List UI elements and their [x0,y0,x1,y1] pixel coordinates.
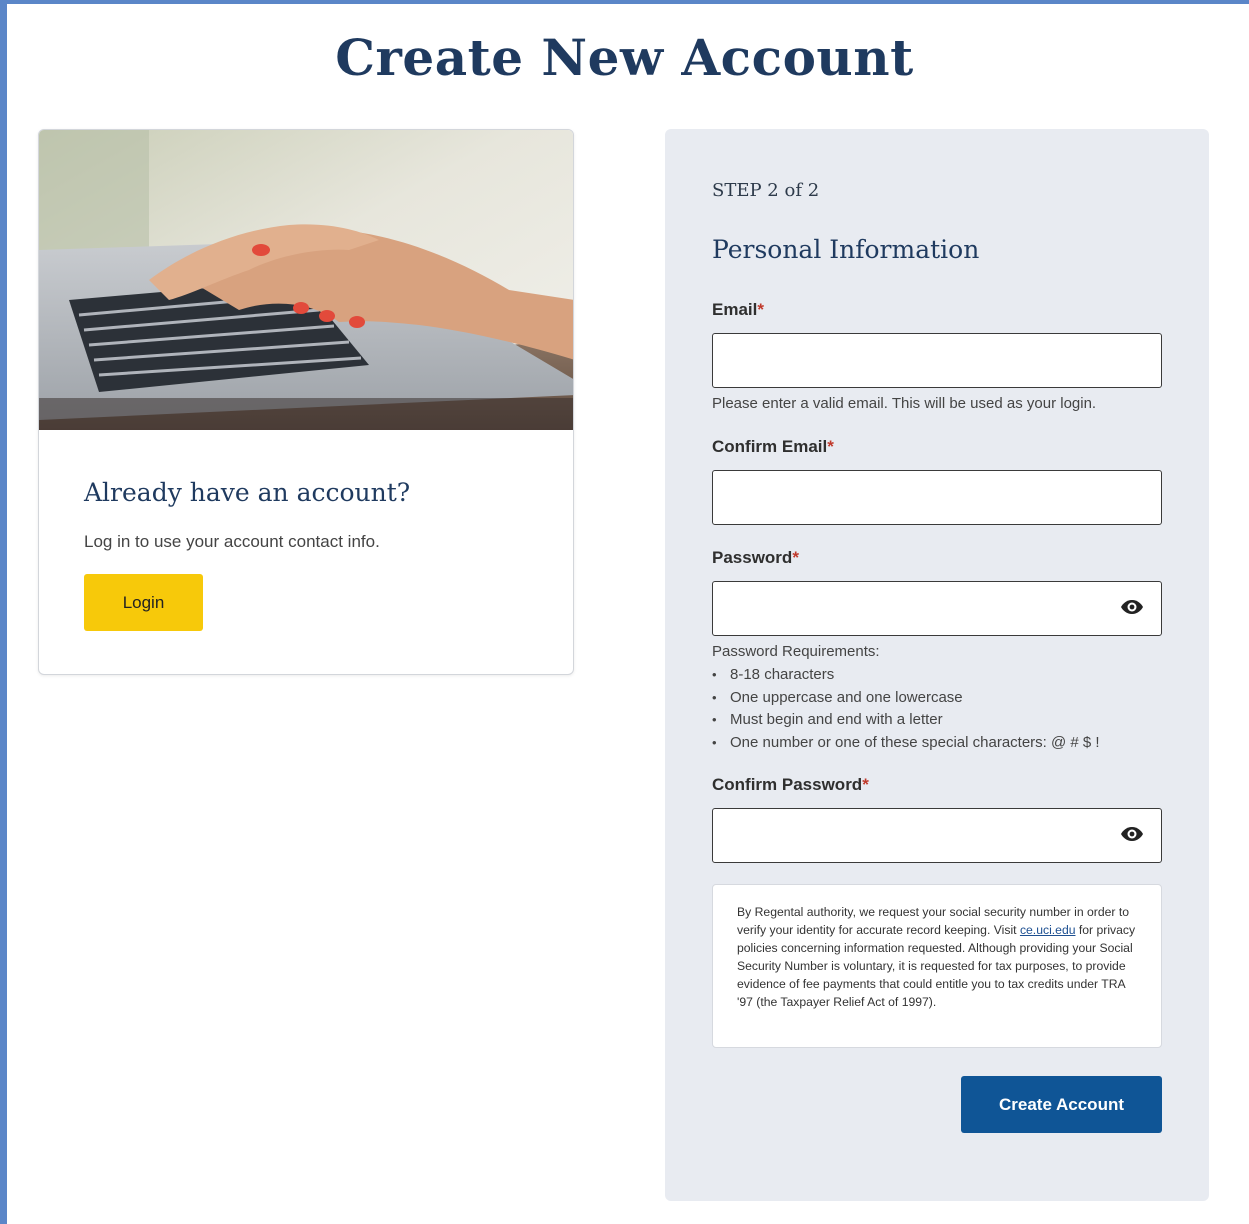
step-indicator: STEP 2 of 2 [712,180,820,201]
email-label-text: Email [712,300,758,319]
password-field-wrapper [712,581,1162,636]
required-mark: * [757,300,764,319]
laptop-typing-image [39,130,573,430]
confirm-password-label-text: Confirm Password [712,775,863,794]
requirement-item: Must begin and end with a letter [712,709,1100,732]
confirm-password-field-wrapper [712,808,1162,863]
login-card: Already have an account? Log in to use y… [38,129,574,675]
requirement-item: One uppercase and one lowercase [712,687,1100,710]
password-label-text: Password [712,548,793,567]
password-label: Password* [712,548,799,568]
section-title: Personal Information [712,235,980,264]
required-mark: * [862,775,869,794]
privacy-notice: By Regental authority, we request your s… [712,884,1162,1048]
email-field[interactable] [712,333,1162,388]
required-mark: * [827,437,834,456]
create-account-button[interactable]: Create Account [961,1076,1162,1133]
page-title: Create New Account [335,28,914,87]
confirm-password-field[interactable] [712,808,1162,863]
login-description: Log in to use your account contact info. [84,532,380,551]
eye-icon[interactable] [1120,599,1144,615]
eye-icon[interactable] [1120,826,1144,842]
requirement-item: 8-18 characters [712,664,1100,687]
password-requirements-list: 8-18 characters One uppercase and one lo… [712,664,1100,754]
privacy-link[interactable]: ce.uci.edu [1020,923,1076,937]
login-button[interactable]: Login [84,574,203,631]
account-form-panel: STEP 2 of 2 Personal Information Email* … [665,129,1209,1201]
confirm-email-field[interactable] [712,470,1162,525]
required-mark: * [792,548,799,567]
email-label: Email* [712,300,764,320]
already-have-account-heading: Already have an account? [84,478,411,507]
email-hint: Please enter a valid email. This will be… [712,395,1097,412]
confirm-password-label: Confirm Password* [712,775,869,795]
confirm-email-label-text: Confirm Email [712,437,828,456]
confirm-email-label: Confirm Email* [712,437,834,457]
password-requirements-title: Password Requirements: [712,643,880,660]
password-field[interactable] [712,581,1162,636]
requirement-item: One number or one of these special chara… [712,732,1100,755]
